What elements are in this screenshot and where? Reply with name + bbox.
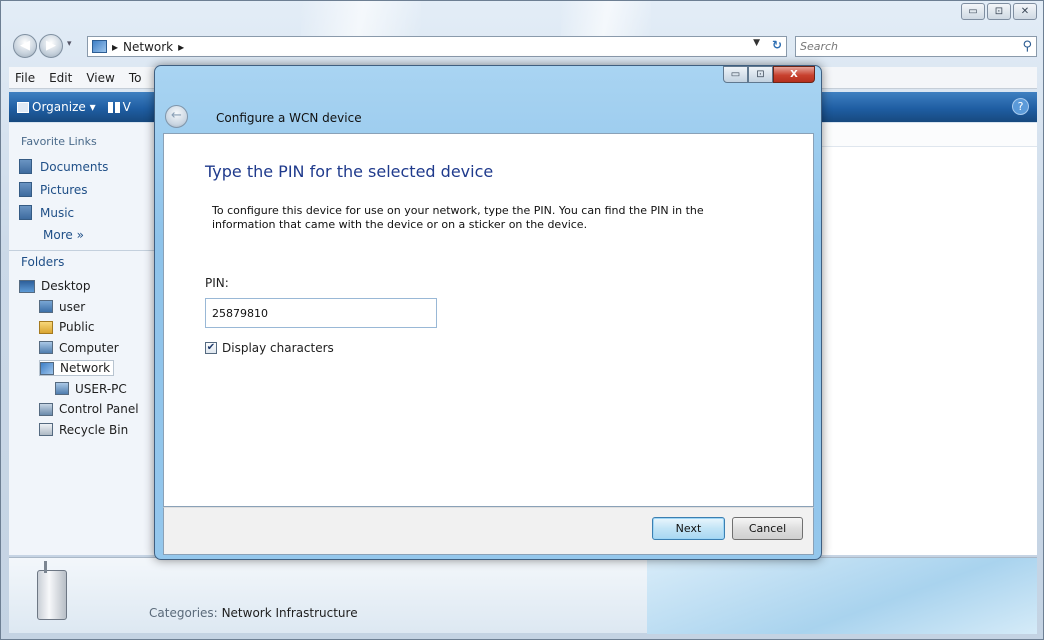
dialog-close-button[interactable]: X <box>773 66 815 83</box>
wcn-dialog: ▭ ⊡ X ← Configure a WCN device Type the … <box>154 65 822 560</box>
control-panel-icon <box>39 402 53 416</box>
maximize-button[interactable]: ⊡ <box>987 3 1011 20</box>
address-dropdown-icon[interactable]: ▼ <box>753 38 760 48</box>
network-infrastructure-device-icon <box>37 561 67 620</box>
favorite-links-header: Favorite Links <box>21 135 97 148</box>
tree-item-user-pc[interactable]: USER-PC <box>9 379 158 400</box>
documents-icon <box>19 159 32 174</box>
computer-icon <box>55 382 69 396</box>
pictures-icon <box>19 182 32 197</box>
tree-item-recycle-bin[interactable]: Recycle Bin <box>9 420 158 441</box>
recent-pages-dropdown[interactable]: ▾ <box>67 39 72 49</box>
details-categories: Categories: Network Infrastructure <box>149 606 358 620</box>
menu-file[interactable]: File <box>15 71 35 85</box>
tree-item-desktop[interactable]: Desktop <box>9 276 158 297</box>
more-link[interactable]: More » <box>9 224 158 248</box>
display-characters-label[interactable]: Display characters <box>222 341 334 355</box>
dialog-body: Type the PIN for the selected device To … <box>163 133 814 507</box>
network-icon <box>92 40 107 53</box>
music-icon <box>19 205 32 220</box>
refresh-icon[interactable]: ↻ <box>772 38 782 52</box>
pin-input[interactable] <box>205 298 437 328</box>
pin-label: PIN: <box>205 276 229 290</box>
glass-decoration <box>647 558 1037 634</box>
tree-item-public[interactable]: Public <box>9 317 158 338</box>
tree-item-network[interactable]: Network <box>9 358 158 379</box>
back-button[interactable]: ◀ <box>13 34 37 58</box>
dialog-heading: Type the PIN for the selected device <box>205 162 494 181</box>
search-icon[interactable]: ⚲ <box>1022 37 1032 56</box>
glass-reflection <box>301 1 421 37</box>
folder-icon <box>39 320 53 334</box>
forward-arrow-icon: ▶ <box>46 38 56 53</box>
views-icon <box>107 102 120 113</box>
categories-value: Network Infrastructure <box>221 606 358 620</box>
forward-button[interactable]: ▶ <box>39 34 63 58</box>
menu-view[interactable]: View <box>86 71 114 85</box>
close-button[interactable]: ✕ <box>1013 3 1037 20</box>
menu-edit[interactable]: Edit <box>49 71 72 85</box>
organize-icon <box>17 102 29 113</box>
selected-highlight: Network <box>39 360 115 377</box>
breadcrumb-separator: ▸ <box>112 39 119 54</box>
back-arrow-icon: ◀ <box>20 38 30 53</box>
glass-reflection <box>561 1 651 37</box>
dialog-window-controls: ▭ ⊡ X <box>723 66 815 83</box>
recycle-bin-icon <box>39 423 53 437</box>
folders-header[interactable]: Folders <box>9 250 158 276</box>
views-button[interactable]: V <box>107 100 131 114</box>
next-button[interactable]: Next <box>652 517 725 540</box>
tree-item-computer[interactable]: Computer <box>9 338 158 359</box>
display-characters-option[interactable]: ✔ Display characters <box>205 341 334 355</box>
tree-item-control-panel[interactable]: Control Panel <box>9 399 158 420</box>
user-folder-icon <box>39 300 53 314</box>
dialog-description: To configure this device for use on your… <box>212 204 704 231</box>
address-bar[interactable]: ▸ Network ▸ ▼ ↻ <box>87 36 787 57</box>
desktop-icon <box>19 279 35 293</box>
display-characters-checkbox[interactable]: ✔ <box>205 342 217 354</box>
minimize-button[interactable]: ▭ <box>961 3 985 20</box>
search-input[interactable]: Search ⚲ <box>795 36 1037 57</box>
back-arrow-icon: ← <box>171 108 182 123</box>
network-icon <box>40 361 54 375</box>
dialog-back-button[interactable]: ← <box>165 105 188 128</box>
address-row: ◀ ▶ ▾ ▸ Network ▸ ▼ ↻ Search ⚲ <box>9 33 1037 59</box>
dialog-footer: Next Cancel <box>163 507 814 555</box>
favorite-link-music[interactable]: Music <box>9 201 158 224</box>
breadcrumb-network[interactable]: Network <box>123 40 173 54</box>
tree-item-user[interactable]: user <box>9 297 158 318</box>
menu-tools[interactable]: To <box>129 71 142 85</box>
cancel-button[interactable]: Cancel <box>732 517 803 540</box>
dialog-minimize-button[interactable]: ▭ <box>723 66 748 83</box>
help-icon[interactable]: ? <box>1012 98 1029 115</box>
favorite-link-pictures[interactable]: Pictures <box>9 178 158 201</box>
favorite-link-documents[interactable]: Documents <box>9 155 158 178</box>
details-pane: Categories: Network Infrastructure <box>9 557 1037 634</box>
dialog-title: Configure a WCN device <box>216 111 362 125</box>
search-placeholder: Search <box>800 40 839 53</box>
navigation-pane: Favorite Links Documents Pictures Music … <box>9 123 159 555</box>
categories-label: Categories: <box>149 606 218 620</box>
dialog-maximize-button[interactable]: ⊡ <box>748 66 773 83</box>
breadcrumb-separator: ▸ <box>178 39 185 54</box>
computer-icon <box>39 341 53 355</box>
organize-button[interactable]: Organize ▾ <box>17 100 96 114</box>
explorer-window-controls: ▭ ⊡ ✕ <box>961 3 1037 20</box>
